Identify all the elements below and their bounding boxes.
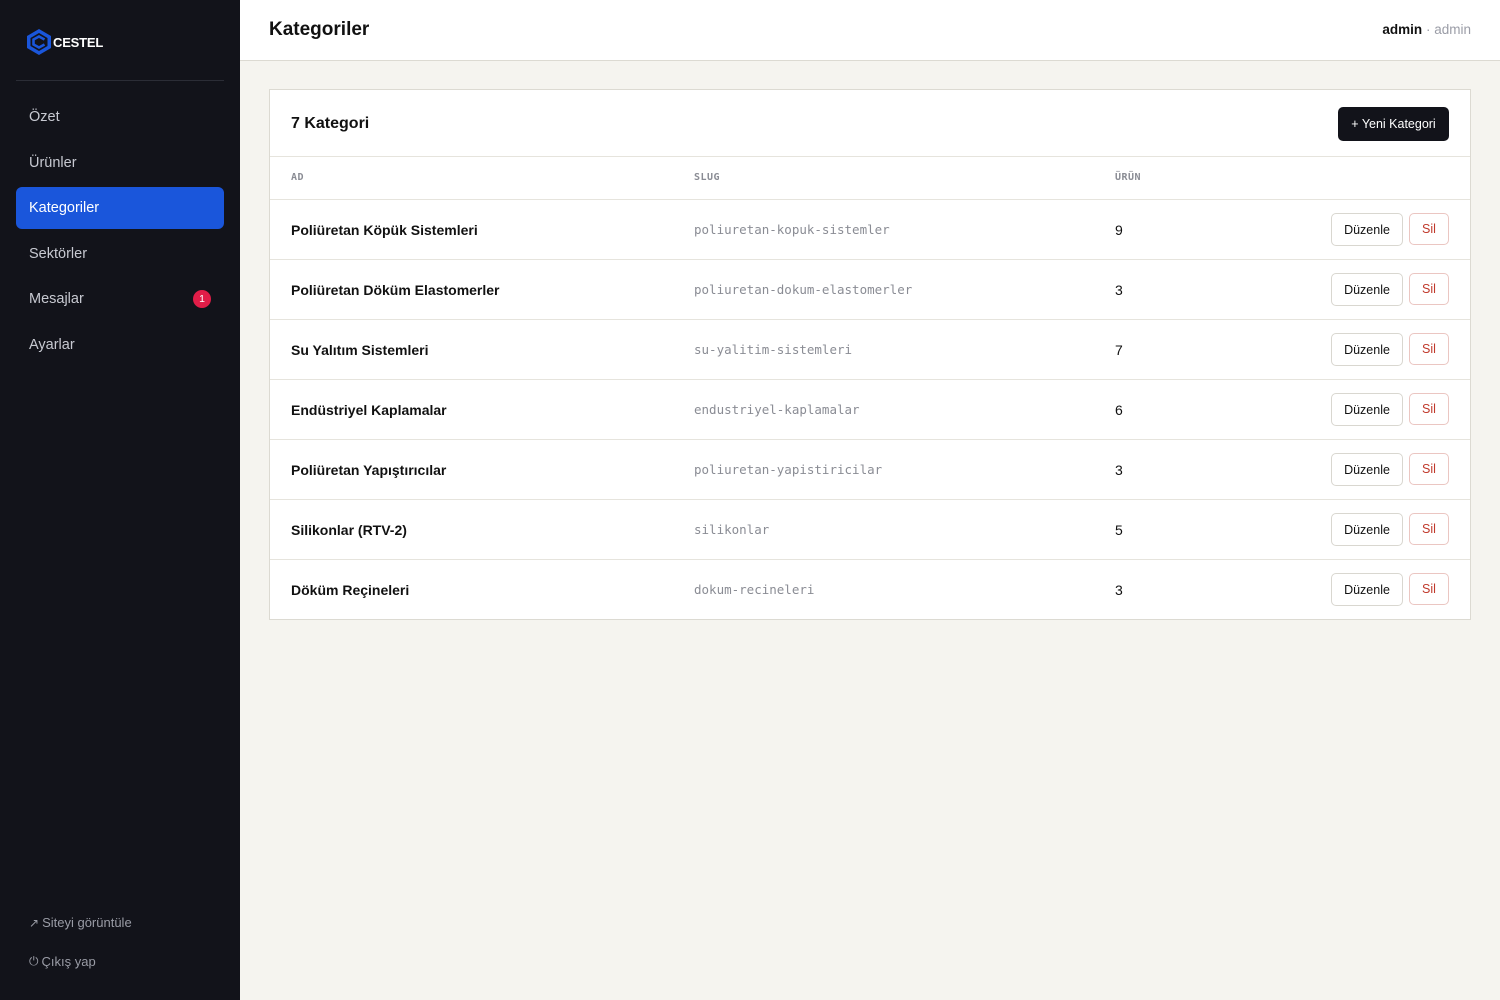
table-row: Poliüretan Döküm Elastomerler poliuretan… [270, 260, 1470, 320]
user-role: admin [1434, 22, 1471, 37]
logout-link[interactable]: ⏻ Çıkış yap [29, 954, 219, 969]
top-header: Kategoriler admin · admin [240, 0, 1500, 61]
delete-button[interactable]: Sil [1409, 333, 1449, 365]
category-slug: poliuretan-yapistiricilar [694, 462, 883, 477]
unread-count-badge: 1 [193, 290, 211, 308]
table-row: Poliüretan Köpük Sistemleri poliuretan-k… [270, 200, 1470, 260]
sidebar-item-mesajlar[interactable]: Mesajlar 1 [16, 278, 224, 320]
sidebar-item-label: Sektörler [29, 245, 88, 262]
table-body: Poliüretan Köpük Sistemleri poliuretan-k… [270, 200, 1470, 620]
table-row: Döküm Reçineleri dokum-recineleri 3 Düze… [270, 560, 1470, 620]
category-name: Poliüretan Köpük Sistemleri [291, 222, 478, 238]
power-icon: ⏻ [29, 954, 39, 968]
product-count: 9 [1115, 222, 1123, 238]
category-name: Su Yalıtım Sistemleri [291, 342, 429, 358]
category-slug: su-yalitim-sistemleri [694, 342, 853, 357]
category-slug: poliuretan-kopuk-sistemler [694, 222, 890, 237]
view-site-link[interactable]: ↗ Siteyi görüntüle [29, 915, 219, 930]
sidebar: CESTEL Özet Ürünler Kategoriler Sektörle… [0, 0, 240, 1000]
category-name: Döküm Reçineleri [291, 582, 410, 598]
card-header: 7 Kategori + Yeni Kategori [270, 90, 1470, 157]
sidebar-item-label: Özet [29, 109, 60, 125]
cube-c-logo-icon [27, 29, 51, 55]
user-info: admin · admin [1382, 22, 1471, 37]
edit-button[interactable]: Düzenle [1331, 213, 1403, 246]
product-count: 3 [1115, 582, 1123, 598]
sidebar-item-ayarlar[interactable]: Ayarlar [16, 324, 224, 366]
sidebar-item-label: Ayarlar [29, 336, 75, 353]
table-row: Poliüretan Yapıştırıcılar poliuretan-yap… [270, 440, 1470, 500]
category-count-title: 7 Kategori [291, 115, 370, 132]
page-title: Kategoriler [269, 19, 370, 40]
delete-button[interactable]: Sil [1409, 513, 1449, 545]
brand-logo[interactable]: CESTEL [26, 28, 103, 56]
sidebar-divider [16, 80, 224, 81]
edit-button[interactable]: Düzenle [1331, 273, 1403, 306]
delete-button[interactable]: Sil [1409, 213, 1449, 245]
table-row: Silikonlar (RTV-2) silikonlar 5 Düzenle … [270, 500, 1470, 560]
sidebar-item-urunler[interactable]: Ürünler [16, 142, 224, 184]
sidebar-item-kategoriler[interactable]: Kategoriler [16, 187, 224, 229]
sidebar-item-label: Ürünler [29, 154, 77, 171]
product-count: 5 [1115, 522, 1123, 538]
user-name: admin [1382, 22, 1423, 37]
category-name: Poliüretan Yapıştırıcılar [291, 462, 447, 478]
product-count: 3 [1115, 462, 1123, 478]
table-row: Endüstriyel Kaplamalar endustriyel-kapla… [270, 380, 1470, 440]
table-row: Su Yalıtım Sistemleri su-yalitim-sisteml… [270, 320, 1470, 380]
new-category-button[interactable]: + Yeni Kategori [1338, 107, 1449, 141]
column-header-count: ÜRÜN [1115, 172, 1142, 183]
table-header: AD SLUG ÜRÜN [270, 157, 1470, 200]
category-name: Poliüretan Döküm Elastomerler [291, 282, 500, 298]
delete-button[interactable]: Sil [1409, 393, 1449, 425]
categories-card: 7 Kategori + Yeni Kategori AD SLUG ÜRÜN … [269, 89, 1471, 620]
category-slug: poliuretan-dokum-elastomerler [694, 282, 913, 297]
sidebar-item-label: Kategoriler [29, 200, 100, 216]
logout-label: Çıkış yap [41, 954, 96, 969]
product-count: 6 [1115, 402, 1123, 418]
category-name: Endüstriyel Kaplamalar [291, 402, 447, 418]
view-site-label: Siteyi görüntüle [42, 915, 132, 930]
user-separator: · [1425, 22, 1431, 37]
category-name: Silikonlar (RTV-2) [291, 522, 407, 538]
edit-button[interactable]: Düzenle [1331, 333, 1403, 366]
delete-button[interactable]: Sil [1409, 573, 1449, 605]
brand-name: CESTEL [53, 34, 104, 50]
sidebar-nav: Özet Ürünler Kategoriler Sektörler Mesaj… [16, 96, 224, 369]
sidebar-item-label: Mesajlar [29, 291, 84, 307]
category-slug: silikonlar [694, 522, 770, 537]
delete-button[interactable]: Sil [1409, 453, 1449, 485]
edit-button[interactable]: Düzenle [1331, 453, 1403, 486]
column-header-name: AD [291, 172, 305, 183]
edit-button[interactable]: Düzenle [1331, 573, 1403, 606]
external-link-icon: ↗ [29, 915, 40, 930]
category-slug: dokum-recineleri [694, 582, 815, 597]
edit-button[interactable]: Düzenle [1331, 393, 1403, 426]
product-count: 3 [1115, 282, 1123, 298]
sidebar-item-sektorler[interactable]: Sektörler [16, 233, 224, 275]
column-header-slug: SLUG [694, 172, 721, 183]
delete-button[interactable]: Sil [1409, 273, 1449, 305]
edit-button[interactable]: Düzenle [1331, 513, 1403, 546]
product-count: 7 [1115, 342, 1123, 358]
sidebar-item-ozet[interactable]: Özet [16, 96, 224, 138]
category-slug: endustriyel-kaplamalar [694, 402, 860, 417]
